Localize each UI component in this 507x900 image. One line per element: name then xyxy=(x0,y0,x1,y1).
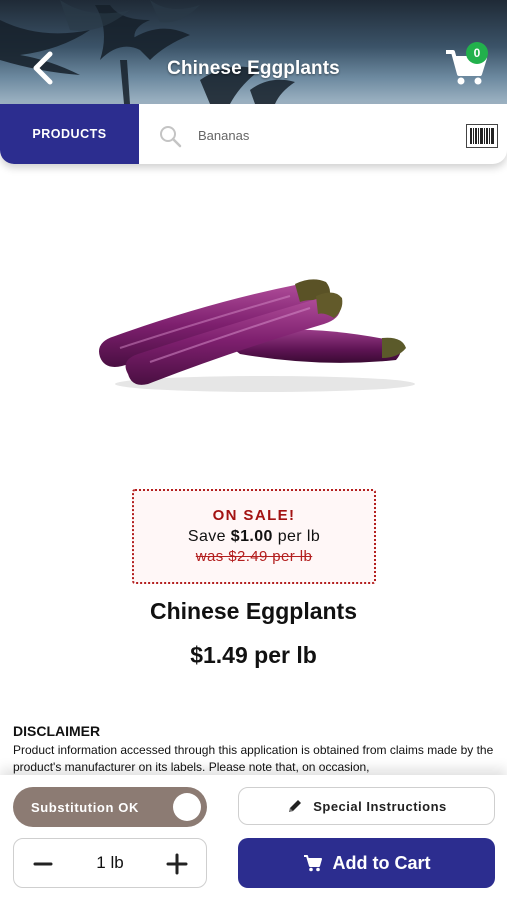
pencil-icon xyxy=(289,800,302,812)
product-name: Chinese Eggplants xyxy=(149,598,358,624)
sale-title: ON SALE! xyxy=(212,507,296,524)
disclaimer-text: Product information accessed through thi… xyxy=(13,743,494,774)
special-instructions-button[interactable]: Special Instructions xyxy=(238,787,495,825)
page-title: Chinese Eggplants xyxy=(167,58,340,79)
sale-savings: Save $1.00 per lb xyxy=(134,528,374,546)
substitution-label: Substitution OK xyxy=(31,799,139,815)
quantity-value: 1 lb xyxy=(96,853,124,872)
disclaimer-title: DISCLAIMER xyxy=(13,723,101,739)
savings-suffix: per lb xyxy=(272,528,321,545)
products-button[interactable]: PRODUCTS xyxy=(0,104,139,164)
sale-banner: ON SALE! Save $1.00 per lb was $2.49 per… xyxy=(132,489,376,584)
cart-icon xyxy=(303,855,322,872)
original-price: was $2.49 per lb xyxy=(195,548,313,565)
special-instructions-label: Special Instructions xyxy=(313,798,447,814)
add-to-cart-button[interactable]: Add to Cart xyxy=(238,838,495,888)
cart-count-badge: 0 xyxy=(466,42,488,64)
search-bar: PRODUCTS xyxy=(0,104,507,164)
app-header: Chinese Eggplants 0 xyxy=(0,0,507,104)
bottom-action-bar: Substitution OK Special Instructions 1 l… xyxy=(0,775,507,900)
barcode-scanner-icon[interactable] xyxy=(466,124,498,148)
savings-prefix: Save xyxy=(187,528,231,545)
plus-icon[interactable] xyxy=(162,849,192,879)
palm-tree-background xyxy=(0,0,295,104)
search-input[interactable] xyxy=(198,122,448,148)
minus-icon[interactable] xyxy=(28,849,58,879)
add-to-cart-label: Add to Cart xyxy=(332,852,431,873)
quantity-stepper: 1 lb xyxy=(13,838,207,888)
substitution-toggle[interactable]: Substitution OK xyxy=(13,787,207,827)
search-icon xyxy=(160,126,182,148)
savings-amount: $1.00 xyxy=(230,528,273,545)
product-price: $1.49 per lb xyxy=(190,642,317,668)
product-image xyxy=(99,279,415,392)
toggle-knob[interactable] xyxy=(173,793,201,821)
